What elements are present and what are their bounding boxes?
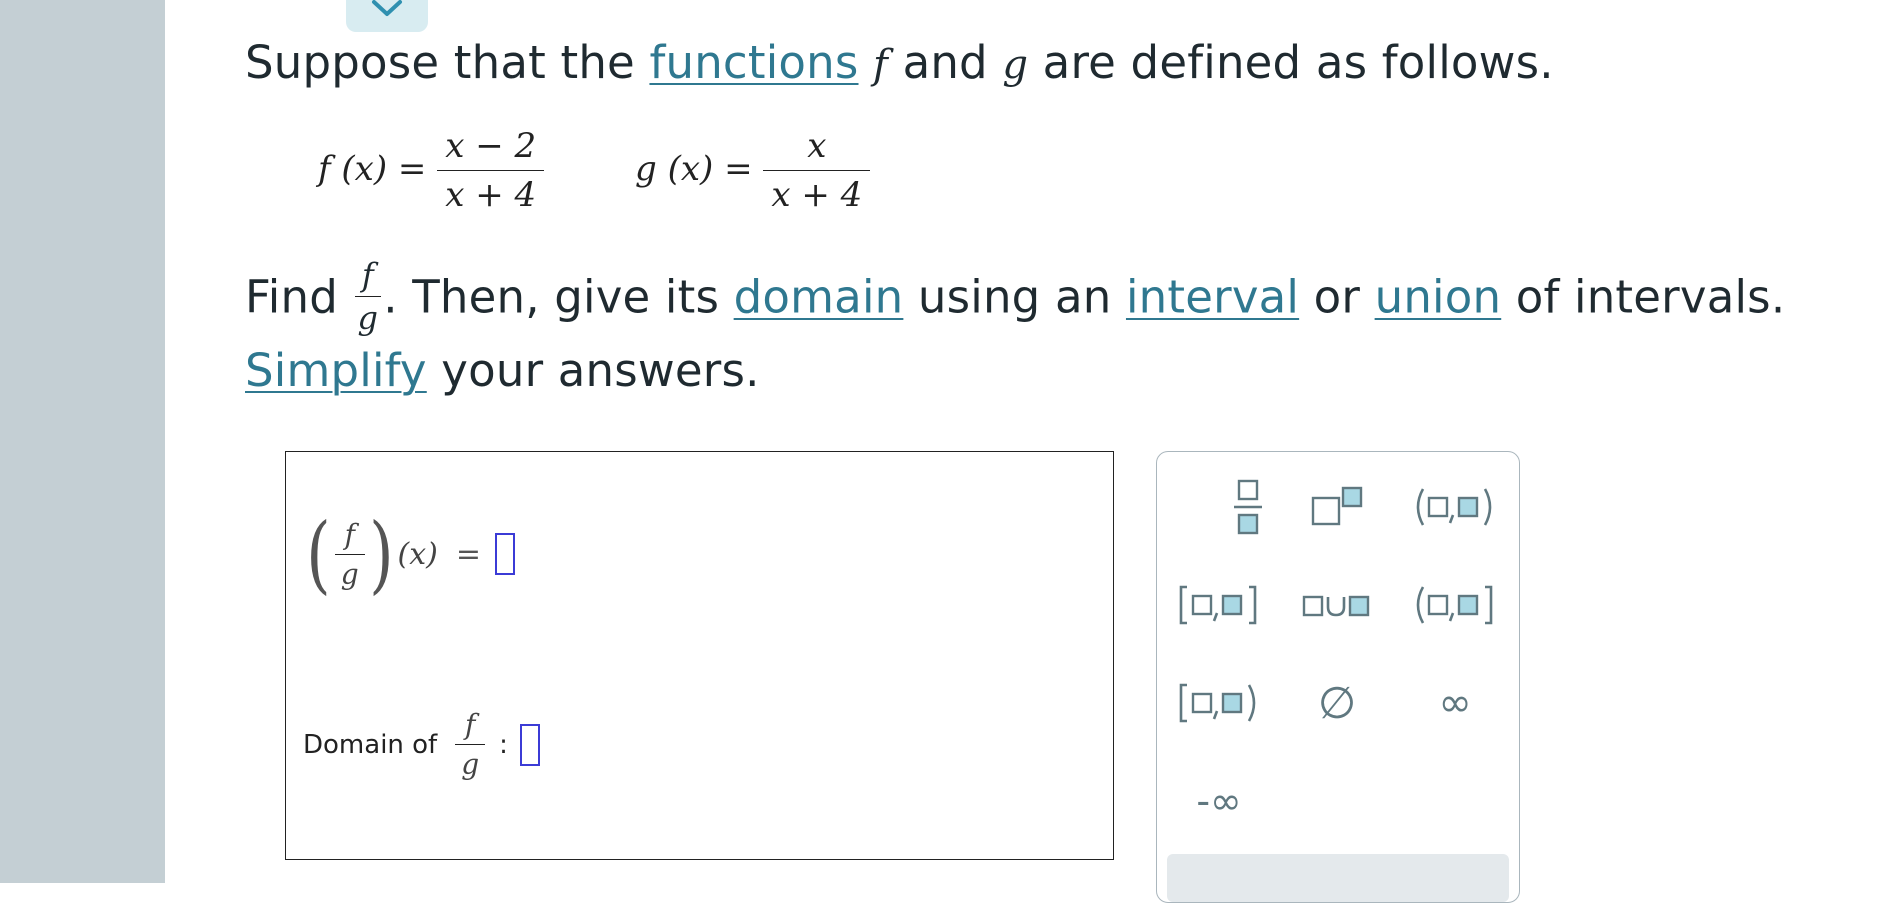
g-fraction: x x + 4 bbox=[763, 126, 871, 215]
f-fraction: x − 2 x + 4 bbox=[437, 126, 545, 215]
open-interval-icon bbox=[1416, 488, 1492, 526]
quotient-fraction: f g bbox=[334, 518, 365, 591]
infinity-button[interactable]: ∞ bbox=[1400, 668, 1510, 738]
negative-infinity-button[interactable]: -∞ bbox=[1164, 766, 1274, 836]
left-open-interval-button[interactable] bbox=[1400, 570, 1510, 640]
union-button[interactable] bbox=[1282, 570, 1392, 640]
var-g: g bbox=[1002, 42, 1029, 88]
instruction-text-c: of intervals. bbox=[1515, 270, 1786, 324]
f-definition: f (x) = x − 2 x + 4 bbox=[318, 126, 545, 215]
chevron-down-icon bbox=[372, 0, 402, 16]
problem-instruction: Find f g . Then, give its domain using a… bbox=[245, 256, 1786, 341]
left-paren: ( bbox=[306, 505, 331, 603]
quotient-denominator: g bbox=[340, 557, 359, 591]
domain-colon: : bbox=[499, 729, 508, 760]
infinity-icon: ∞ bbox=[1438, 680, 1472, 726]
or-text: or bbox=[1313, 270, 1361, 324]
left-open-interval-icon bbox=[1416, 585, 1493, 625]
domain-label: Domain of bbox=[303, 729, 438, 760]
interval-link[interactable]: interval bbox=[1126, 271, 1299, 324]
open-interval-button[interactable] bbox=[1400, 472, 1510, 542]
quotient-numerator: f bbox=[334, 518, 365, 555]
instruction-text-a: . Then, give its bbox=[383, 270, 720, 324]
domain-link[interactable]: domain bbox=[734, 271, 904, 324]
left-sidebar-rail bbox=[0, 0, 165, 883]
domain-numerator: f bbox=[455, 708, 486, 745]
domain-denominator: g bbox=[461, 748, 480, 781]
g-definition: g (x) = x x + 4 bbox=[635, 126, 871, 215]
math-symbol-palette: ∅ ∞ -∞ bbox=[1156, 451, 1520, 903]
domain-expression: Domain of f g : bbox=[303, 708, 540, 781]
simplify-text: your answers. bbox=[441, 344, 760, 397]
left-closed-interval-icon bbox=[1179, 683, 1256, 723]
find-text: Find bbox=[245, 270, 338, 324]
problem-intro: Suppose that the functions f and g are d… bbox=[245, 36, 1554, 89]
exponent-button[interactable] bbox=[1282, 472, 1392, 542]
f-lhs: f (x) = bbox=[318, 149, 427, 189]
find-numerator: f bbox=[354, 256, 382, 297]
closed-interval-button[interactable] bbox=[1164, 570, 1274, 640]
empty-set-icon: ∅ bbox=[1317, 677, 1357, 729]
negative-infinity-icon: -∞ bbox=[1196, 779, 1242, 823]
and-text: and bbox=[902, 36, 988, 89]
find-denominator: g bbox=[357, 299, 379, 337]
domain-answer-input[interactable] bbox=[519, 723, 540, 766]
f-numerator: x − 2 bbox=[437, 126, 545, 171]
quotient-expression: ( f g ) (x) = bbox=[302, 512, 515, 596]
instruction-text-b: using an bbox=[917, 270, 1112, 324]
domain-fraction: f g bbox=[455, 708, 486, 781]
f-over-g-inline: f g bbox=[354, 256, 382, 337]
right-paren: ) bbox=[368, 505, 394, 603]
collapse-toggle-button[interactable] bbox=[346, 0, 428, 32]
functions-link[interactable]: functions bbox=[649, 36, 858, 89]
quotient-argument: (x) bbox=[397, 536, 438, 572]
union-link[interactable]: union bbox=[1375, 271, 1502, 324]
var-f: f bbox=[873, 42, 889, 88]
empty-set-button[interactable]: ∅ bbox=[1282, 668, 1392, 738]
fraction-icon bbox=[1234, 479, 1262, 535]
left-closed-interval-button[interactable] bbox=[1164, 668, 1274, 738]
quotient-answer-input[interactable] bbox=[494, 533, 515, 575]
closed-interval-icon bbox=[1179, 585, 1257, 625]
simplify-line: Simplify your answers. bbox=[245, 344, 760, 397]
palette-action-bar bbox=[1167, 854, 1509, 902]
answer-area: ( f g ) (x) = Domain of f g : bbox=[285, 451, 1114, 860]
equals-sign: = bbox=[455, 536, 481, 572]
union-icon bbox=[1302, 595, 1370, 617]
g-denominator: x + 4 bbox=[771, 175, 863, 215]
g-numerator: x bbox=[763, 126, 871, 171]
f-denominator: x + 4 bbox=[445, 175, 537, 215]
exponent-icon bbox=[1311, 486, 1363, 526]
simplify-link[interactable]: Simplify bbox=[245, 344, 427, 397]
intro-text: Suppose that the bbox=[245, 36, 635, 89]
intro-suffix-text: are defined as follows. bbox=[1042, 36, 1554, 89]
g-lhs: g (x) = bbox=[635, 149, 753, 189]
